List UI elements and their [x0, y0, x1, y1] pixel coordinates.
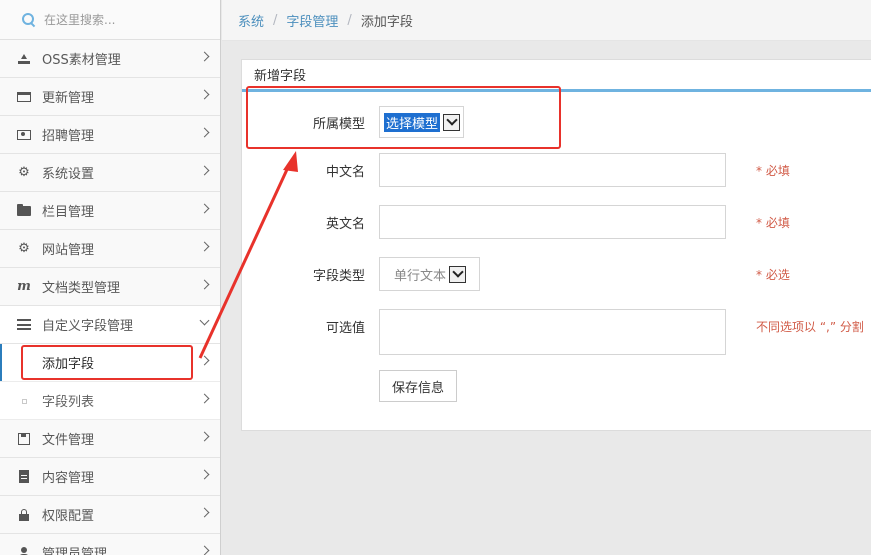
- chevron-right-icon: [199, 241, 210, 252]
- chevron-down-icon: [449, 265, 467, 283]
- chevron-right-icon: [199, 393, 210, 404]
- sidebar-item-file[interactable]: 文件管理: [0, 420, 220, 458]
- chevron-down-icon: [199, 315, 210, 326]
- sidebar-item-update[interactable]: 更新管理: [0, 78, 220, 116]
- sidebar-item-admin[interactable]: 管理员管理: [0, 534, 220, 555]
- breadcrumb-separator: /: [347, 12, 352, 28]
- field-type-select-value: 单行文本: [394, 268, 447, 284]
- chevron-right-icon: [199, 51, 210, 62]
- sidebar-item-column[interactable]: 栏目管理: [0, 192, 220, 230]
- bullet-icon: [22, 399, 27, 404]
- sidebar-subitem-field-list[interactable]: 字段列表: [0, 382, 220, 420]
- sidebar-item-label: 文件管理: [42, 433, 95, 448]
- chevron-right-icon: [199, 507, 210, 518]
- breadcrumb-current: 添加字段: [360, 14, 413, 30]
- file-icon: [16, 469, 32, 485]
- annotation-box-model: [246, 86, 561, 149]
- field-type-select[interactable]: 单行文本: [379, 257, 480, 291]
- cog-icon: ⚙: [18, 165, 30, 180]
- chevron-right-icon: [199, 355, 210, 366]
- chevron-right-icon: [199, 545, 210, 555]
- options-textarea[interactable]: [379, 309, 726, 355]
- field-type-hint: * 必选: [756, 268, 790, 282]
- sidebar-item-label: 更新管理: [42, 91, 95, 106]
- en-name-hint: * 必填: [756, 216, 790, 230]
- upload-icon: [16, 51, 32, 67]
- options-hint: 不同选项以 “,” 分割: [756, 320, 864, 334]
- money-icon: [16, 127, 32, 143]
- search-icon: [22, 12, 36, 27]
- chevron-right-icon: [199, 431, 210, 442]
- sidebar-item-label: 栏目管理: [42, 205, 95, 220]
- save-icon: [16, 431, 32, 447]
- sidebar-item-oss[interactable]: OSS素材管理: [0, 40, 220, 78]
- chevron-right-icon: [199, 469, 210, 480]
- sidebar-item-label: 字段列表: [42, 395, 95, 410]
- sidebar-item-label: 系统设置: [42, 167, 95, 182]
- list-icon: [16, 317, 32, 333]
- sidebar-item-label: 自定义字段管理: [42, 319, 134, 334]
- chevron-right-icon: [199, 203, 210, 214]
- sidebar: OSS素材管理 更新管理 招聘管理 ⚙ 系统设置 栏目管理 ⚙ 网站管理: [0, 0, 221, 555]
- save-button[interactable]: 保存信息: [379, 370, 457, 402]
- sidebar-item-settings[interactable]: ⚙ 系统设置: [0, 154, 220, 192]
- sidebar-item-label: 内容管理: [42, 471, 95, 486]
- sidebar-menu: OSS素材管理 更新管理 招聘管理 ⚙ 系统设置 栏目管理 ⚙ 网站管理 m 文…: [0, 40, 220, 555]
- credit-card-icon: [16, 89, 32, 105]
- sidebar-item-custom-field[interactable]: 自定义字段管理: [0, 306, 220, 344]
- cn-name-input[interactable]: [379, 153, 726, 187]
- cn-name-hint: * 必填: [756, 164, 790, 178]
- chevron-right-icon: [199, 89, 210, 100]
- en-name-input[interactable]: [379, 205, 726, 239]
- folder-icon: [16, 203, 32, 219]
- cn-name-label: 中文名: [325, 165, 365, 180]
- sidebar-item-recruit[interactable]: 招聘管理: [0, 116, 220, 154]
- sidebar-item-doctype[interactable]: m 文档类型管理: [0, 268, 220, 306]
- sidebar-search: [0, 0, 220, 40]
- sidebar-item-label: 招聘管理: [42, 129, 95, 144]
- field-type-label: 字段类型: [312, 269, 365, 284]
- cogs-icon: ⚙: [18, 241, 30, 256]
- options-label: 可选值: [325, 321, 365, 336]
- lock-icon: [16, 507, 32, 523]
- chevron-right-icon: [199, 127, 210, 138]
- en-name-label: 英文名: [325, 217, 365, 232]
- user-icon: [16, 545, 32, 555]
- chevron-right-icon: [199, 279, 210, 290]
- chevron-right-icon: [199, 165, 210, 176]
- breadcrumb-separator: /: [273, 12, 278, 28]
- breadcrumb-parent[interactable]: 字段管理: [286, 11, 338, 30]
- sidebar-item-website[interactable]: ⚙ 网站管理: [0, 230, 220, 268]
- annotation-box-add-field: [21, 345, 193, 380]
- search-input[interactable]: [44, 12, 194, 27]
- breadcrumb-root[interactable]: 系统: [238, 11, 264, 30]
- sidebar-item-label: 文档类型管理: [42, 281, 121, 296]
- sidebar-item-label: 管理员管理: [42, 547, 108, 555]
- sidebar-item-content[interactable]: 内容管理: [0, 458, 220, 496]
- sidebar-item-permission[interactable]: 权限配置: [0, 496, 220, 534]
- m-icon: m: [17, 279, 31, 294]
- breadcrumb: 系统 / 字段管理 / 添加字段: [222, 0, 871, 41]
- sidebar-item-label: OSS素材管理: [42, 53, 121, 68]
- sidebar-item-label: 网站管理: [42, 243, 95, 258]
- sidebar-item-label: 权限配置: [42, 509, 95, 524]
